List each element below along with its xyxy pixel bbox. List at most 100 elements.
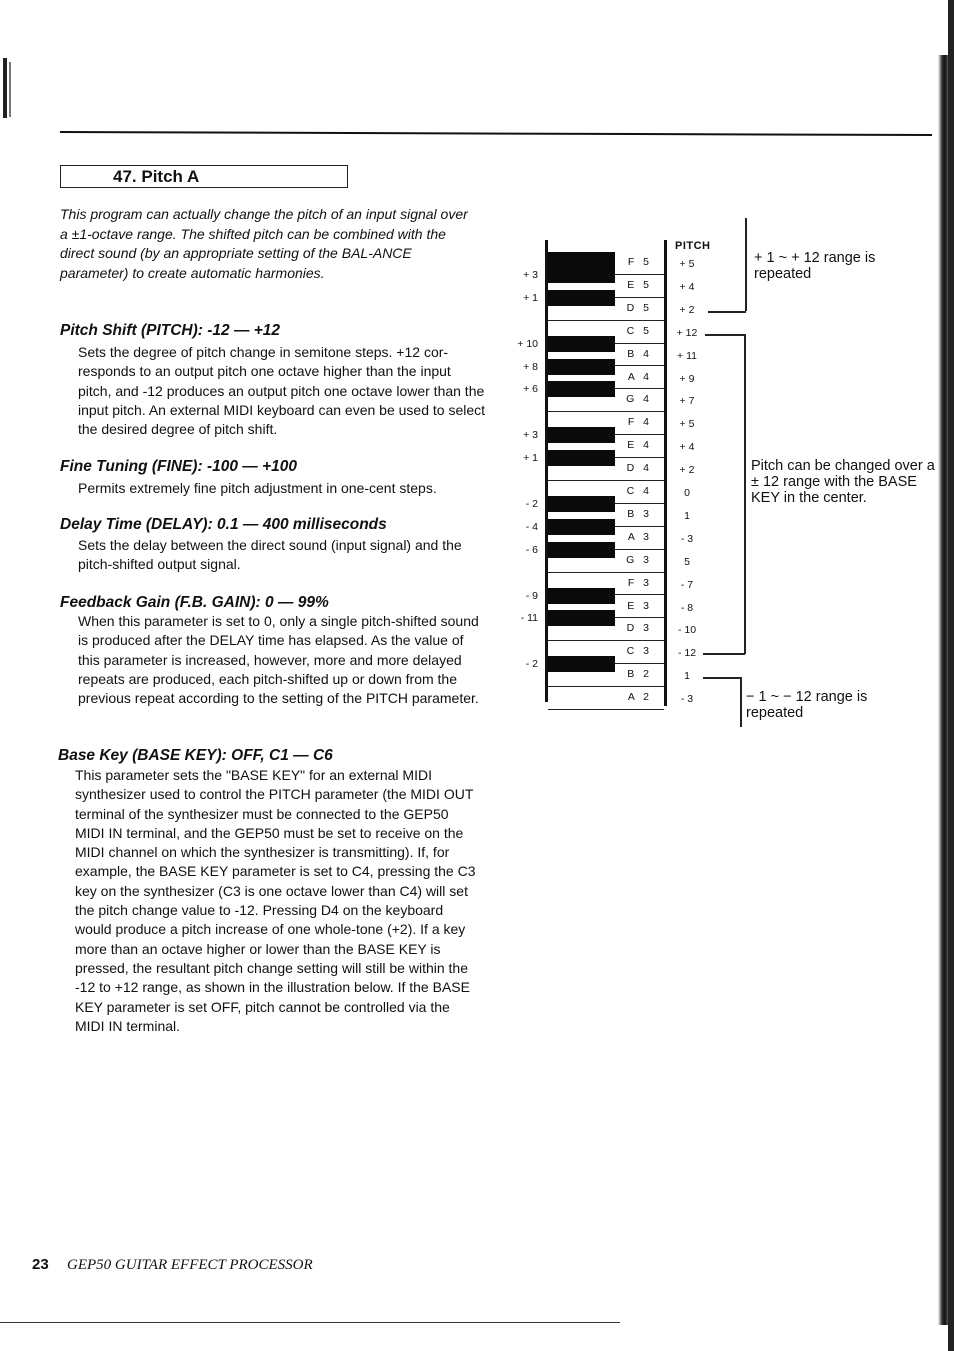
param-body-base-key: This parameter sets the "BASE KEY" for a… (75, 767, 476, 1034)
white-key-note: B 3 (627, 507, 652, 520)
black-key (548, 266, 615, 283)
lower-bracket-top (703, 677, 740, 679)
footer-title: GEP50 GUITAR EFFECT PROCESSOR (67, 1257, 313, 1273)
black-key-pitch-label: - 2 (525, 497, 538, 510)
center-range-note: Pitch can be changed over a ± 12 range w… (751, 458, 935, 506)
pitch-value: + 4 (679, 441, 695, 454)
param-heading-base-key: Base Key (BASE KEY): OFF, C1 — C6 (58, 747, 333, 764)
page-number: 23 (32, 1256, 49, 1273)
pitch-value: + 4 (679, 280, 695, 293)
white-key-note: E 3 (627, 599, 652, 612)
pitch-value: 1 (684, 670, 690, 683)
param-heading-fine-tuning: Fine Tuning (FINE): -100 — +100 (60, 458, 297, 475)
white-key-note: F 4 (627, 416, 652, 429)
white-key-note: F 3 (627, 576, 652, 589)
scan-edge-mark (3, 58, 7, 118)
upper-bracket-tick (708, 311, 746, 313)
pitch-value: - 10 (677, 624, 697, 637)
param-body-fine-tuning: Permits extremely fine pitch adjustment … (78, 480, 437, 496)
white-key-note: C 4 (626, 485, 652, 497)
black-key (548, 450, 615, 467)
black-key (548, 495, 615, 512)
footer-rule (0, 1322, 620, 1323)
black-key-pitch-label: + 10 (517, 337, 538, 350)
black-key-pitch-label: + 3 (523, 268, 538, 281)
white-key-note: G 3 (626, 553, 652, 566)
white-key-note: E 4 (627, 439, 652, 452)
pitch-value: - 7 (680, 578, 694, 591)
white-key-note: D 3 (626, 622, 652, 635)
black-key (548, 289, 615, 306)
pitch-value: + 12 (676, 326, 698, 339)
scan-binding-shadow (938, 55, 948, 1325)
pitch-value: 1 (684, 509, 690, 522)
pitch-value: + 2 (679, 303, 695, 316)
black-key (548, 587, 615, 604)
black-key-pitch-label: + 6 (523, 383, 538, 396)
pitch-value: + 9 (679, 372, 695, 385)
pitch-value: - 3 (680, 532, 694, 545)
black-key (548, 381, 615, 398)
black-key (548, 656, 615, 673)
black-key-pitch-label: + 1 (523, 452, 538, 465)
black-key (548, 610, 615, 627)
param-heading-pitch-shift: Pitch Shift (PITCH): -12 — +12 (60, 322, 281, 339)
scan-binding-edge (948, 0, 954, 1351)
white-key-note: A 3 (627, 530, 652, 543)
white-key-note: C 3 (626, 645, 652, 658)
param-heading-delay-time: Delay Time (DELAY): 0.1 — 400 millisecon… (60, 516, 387, 533)
black-key-pitch-label: + 1 (523, 291, 538, 304)
pitch-value: + 7 (679, 395, 695, 408)
lower-bracket-vertical (740, 677, 742, 727)
white-key-note: D 4 (626, 462, 652, 475)
black-key (548, 335, 615, 352)
white-key-note: B 2 (627, 668, 652, 681)
white-key-note: F 5 (627, 256, 652, 268)
pitch-value: + 2 (679, 464, 695, 477)
pitch-value: - 3 (680, 693, 694, 706)
pitch-value: 5 (684, 555, 690, 568)
black-key-pitch-label: - 11 (520, 612, 538, 625)
pitch-column-header: PITCH (675, 240, 711, 252)
pitch-value: + 5 (679, 258, 695, 270)
param-body-pitch-shift: Sets the degree of pitch change in semit… (78, 344, 486, 438)
keyboard-diagram: F 5 E 5 D 5 C 5 B 4 A 4 G 4 F 4 E 4 D 4 C 4 B 3 A 3 G… (545, 240, 667, 710)
black-key (548, 252, 615, 268)
black-key-pitch-label: + 8 (523, 360, 538, 373)
keyboard-right-edge (664, 240, 667, 706)
pitch-value: 0 (684, 487, 690, 499)
middle-bracket-vertical (744, 334, 746, 654)
middle-bracket-top (705, 334, 745, 336)
lower-range-note: − 1 ~ − 12 range is repeated (746, 689, 868, 721)
white-key-note: C 5 (626, 324, 652, 337)
white-key-note: E 5 (627, 278, 652, 291)
section-title-box: 47. Pitch A (60, 165, 348, 188)
white-key-note: D 5 (626, 301, 652, 314)
white-key-note: A 2 (627, 691, 652, 704)
white-key-note: G 4 (626, 393, 652, 406)
pitch-value: - 12 (677, 647, 697, 660)
intro-paragraph: This program can actually change the pit… (60, 206, 468, 281)
black-key (548, 541, 615, 558)
pitch-value: + 5 (679, 418, 695, 431)
pitch-value: + 11 (677, 349, 697, 362)
black-key-pitch-label: - 4 (525, 520, 538, 533)
black-key-pitch-label: - 2 (525, 658, 538, 671)
scan-edge-mark (9, 62, 11, 117)
white-key: A 2 (548, 687, 664, 710)
middle-bracket-bottom (703, 653, 745, 655)
white-key-note: A 4 (627, 370, 652, 383)
upper-bracket-vertical (745, 218, 747, 311)
param-heading-feedback-gain: Feedback Gain (F.B. GAIN): 0 — 99% (60, 594, 329, 611)
black-key-pitch-label: + 3 (523, 429, 538, 442)
black-key-pitch-label: - 6 (525, 543, 538, 556)
black-key (548, 427, 615, 444)
pitch-value: - 8 (680, 601, 694, 614)
black-key-pitch-label: - 9 (525, 589, 538, 602)
black-key (548, 518, 615, 535)
header-rule (59, 131, 932, 137)
upper-range-note: + 1 ~ + 12 range is repeated (754, 250, 876, 282)
white-key-note: B 4 (627, 347, 652, 360)
param-body-delay-time: Sets the delay between the direct sound … (78, 537, 462, 573)
section-title: 47. Pitch A (113, 167, 200, 186)
